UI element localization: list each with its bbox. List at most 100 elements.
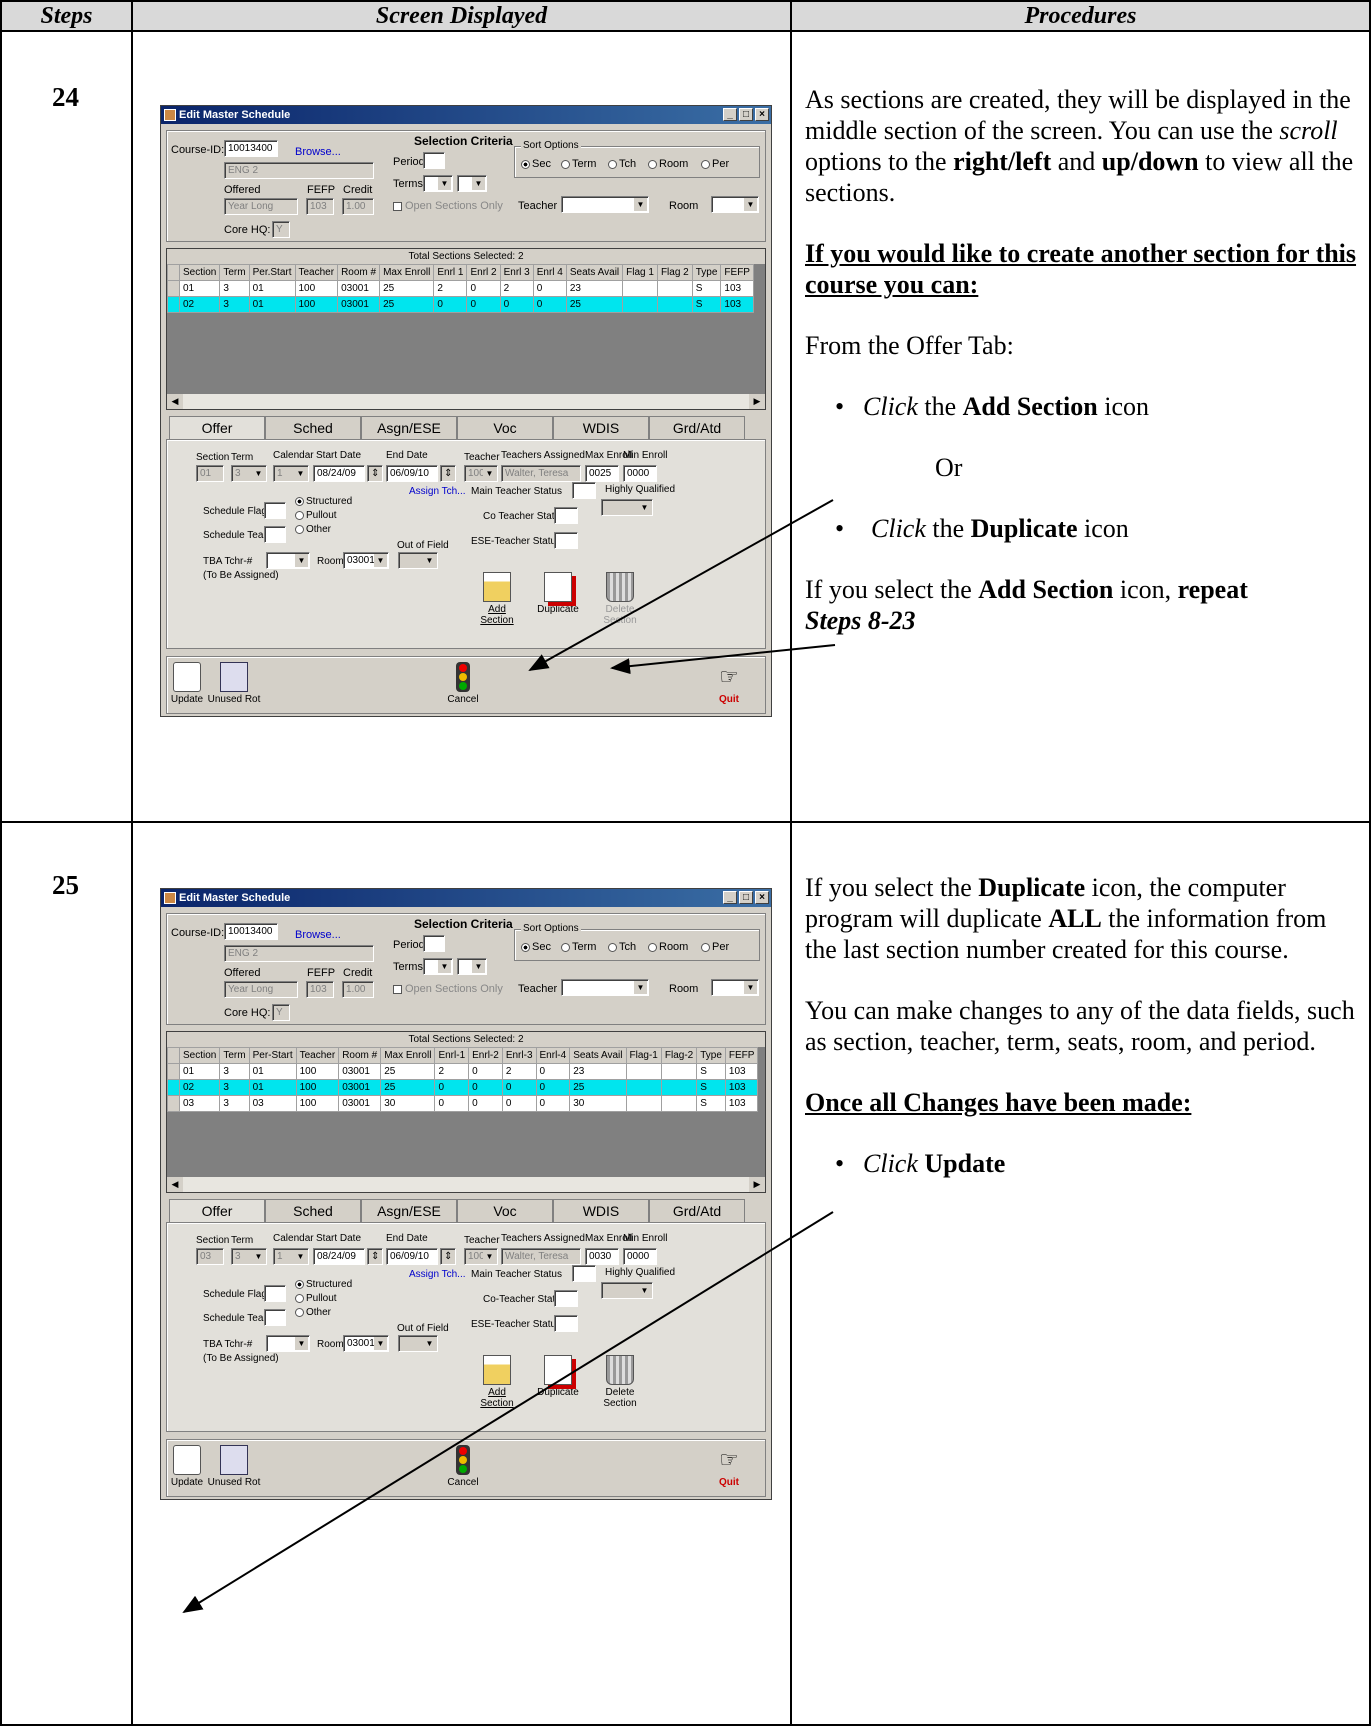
browse-link[interactable]: Browse... bbox=[295, 146, 341, 158]
column-header[interactable]: Enrl 3 bbox=[499, 264, 534, 281]
duplicate-button[interactable]: Duplicate bbox=[533, 1355, 583, 1398]
cancel-button[interactable]: Cancel bbox=[443, 662, 483, 705]
column-header[interactable]: Type bbox=[696, 1047, 726, 1064]
column-header[interactable]: Teacher bbox=[294, 264, 339, 281]
max-enroll-field[interactable]: 0025 bbox=[585, 465, 619, 482]
table-cell[interactable]: 0 bbox=[468, 1063, 503, 1080]
table-cell[interactable]: 2 bbox=[434, 1063, 470, 1080]
column-header[interactable]: Max Enroll bbox=[380, 1047, 436, 1064]
highly-qualified-select[interactable] bbox=[601, 1282, 653, 1299]
table-row[interactable]: 01 3 01 100 03001 25 2 0 2 0 23 S 103 bbox=[167, 280, 754, 297]
column-header[interactable]: Seats Avail bbox=[565, 264, 624, 281]
table-cell[interactable]: 103 bbox=[724, 1079, 759, 1096]
sort-radio-tch[interactable]: Tch bbox=[608, 158, 636, 170]
sort-radio-per[interactable]: Per bbox=[701, 158, 729, 170]
column-header[interactable]: Room # bbox=[337, 264, 381, 281]
table-cell[interactable]: 0 bbox=[466, 280, 501, 297]
tba-tchr-select[interactable] bbox=[266, 1335, 310, 1352]
table-cell[interactable]: 100 bbox=[294, 296, 339, 313]
other-radio[interactable]: Other bbox=[295, 1307, 331, 1318]
room-select[interactable] bbox=[711, 979, 759, 996]
minimize-icon[interactable]: _ bbox=[723, 108, 737, 121]
table-cell[interactable]: S bbox=[691, 280, 722, 297]
table-cell[interactable]: 3 bbox=[219, 1095, 250, 1112]
column-header[interactable]: Per-Start bbox=[248, 1047, 297, 1064]
horizontal-scrollbar[interactable]: ◀ ▶ bbox=[167, 1176, 765, 1192]
column-header[interactable]: Flag 2 bbox=[656, 264, 693, 281]
table-cell[interactable] bbox=[660, 1063, 698, 1080]
table-cell[interactable]: 100 bbox=[295, 1095, 340, 1112]
table-cell[interactable]: 0 bbox=[535, 1095, 571, 1112]
table-cell[interactable] bbox=[625, 1079, 662, 1096]
column-header[interactable]: Flag-1 bbox=[625, 1047, 662, 1064]
table-cell[interactable]: 25 bbox=[380, 1063, 436, 1080]
table-cell[interactable]: 0 bbox=[532, 280, 567, 297]
start-date-field[interactable]: 08/24/09 bbox=[313, 465, 365, 482]
sections-grid[interactable]: Total Sections Selected: 2 Section Term Pe… bbox=[166, 1031, 766, 1193]
column-header[interactable]: Enrl-4 bbox=[535, 1047, 571, 1064]
min-enroll-field[interactable]: 0000 bbox=[623, 465, 657, 482]
table-cell[interactable]: 30 bbox=[569, 1095, 627, 1112]
tab-offer[interactable]: Offer bbox=[169, 416, 265, 440]
tab-sched[interactable]: Sched bbox=[265, 416, 361, 440]
sort-radio-per[interactable]: Per bbox=[701, 941, 729, 953]
calendar-select[interactable]: 1 bbox=[273, 465, 309, 482]
column-header[interactable]: Section bbox=[178, 1047, 221, 1064]
table-cell[interactable]: 103 bbox=[720, 280, 754, 297]
column-header[interactable]: Type bbox=[691, 264, 722, 281]
table-cell[interactable]: 100 bbox=[295, 1063, 340, 1080]
column-header[interactable]: Room # bbox=[338, 1047, 382, 1064]
table-cell[interactable]: 0 bbox=[535, 1079, 571, 1096]
teacher-select[interactable] bbox=[561, 979, 649, 996]
table-cell[interactable]: 2 bbox=[501, 1063, 537, 1080]
table-cell[interactable]: 0 bbox=[466, 296, 501, 313]
terms-select-2[interactable] bbox=[457, 175, 487, 192]
column-header[interactable]: Enrl 2 bbox=[466, 264, 501, 281]
room-select[interactable]: 03001 bbox=[343, 552, 389, 569]
update-button[interactable]: Update bbox=[169, 1445, 205, 1488]
open-sections-checkbox[interactable]: Open Sections Only bbox=[393, 983, 503, 995]
column-header[interactable]: Term bbox=[219, 1047, 250, 1064]
table-cell[interactable]: 2 bbox=[433, 280, 468, 297]
section-field[interactable]: 01 bbox=[196, 465, 224, 482]
teacher-select[interactable]: 100 bbox=[464, 465, 498, 482]
table-cell[interactable]: 0 bbox=[434, 1095, 470, 1112]
tab-grd-atd[interactable]: Grd/Atd bbox=[649, 416, 745, 440]
scroll-left-icon[interactable]: ◀ bbox=[167, 394, 183, 409]
table-cell[interactable] bbox=[625, 1063, 662, 1080]
assign-tch-link[interactable]: Assign Tch... bbox=[409, 486, 466, 497]
other-radio[interactable]: Other bbox=[295, 524, 331, 535]
minimize-icon[interactable]: _ bbox=[723, 891, 737, 904]
maximize-icon[interactable]: □ bbox=[739, 108, 753, 121]
tba-tchr-select[interactable] bbox=[266, 552, 310, 569]
tab-sched[interactable]: Sched bbox=[265, 1199, 361, 1223]
table-cell[interactable] bbox=[622, 296, 658, 313]
table-cell[interactable]: 100 bbox=[294, 280, 339, 297]
tab-asgn-ese[interactable]: Asgn/ESE bbox=[361, 1199, 457, 1223]
terms-select-1[interactable] bbox=[423, 958, 453, 975]
schedule-team-field[interactable] bbox=[264, 526, 286, 543]
table-cell[interactable]: 3 bbox=[219, 1079, 250, 1096]
sections-grid[interactable]: Total Sections Selected: 2 Section Term Pe… bbox=[166, 248, 766, 410]
main-teacher-status-field[interactable] bbox=[572, 482, 596, 499]
table-cell[interactable]: 25 bbox=[379, 296, 435, 313]
horizontal-scrollbar[interactable]: ◀ ▶ bbox=[167, 393, 765, 409]
start-date-field[interactable]: 08/24/09 bbox=[313, 1248, 365, 1265]
sort-radio-sec[interactable]: Sec bbox=[521, 158, 551, 170]
table-cell[interactable]: 0 bbox=[468, 1095, 503, 1112]
co-teacher-status-field[interactable] bbox=[554, 1290, 578, 1307]
highly-qualified-select[interactable] bbox=[601, 499, 653, 516]
close-icon[interactable]: × bbox=[755, 108, 769, 121]
start-date-spinner[interactable]: ⇕ bbox=[367, 1248, 383, 1265]
table-cell[interactable] bbox=[656, 280, 693, 297]
calendar-select[interactable]: 1 bbox=[273, 1248, 309, 1265]
end-date-spinner[interactable]: ⇕ bbox=[440, 1248, 456, 1265]
column-header[interactable]: Seats Avail bbox=[569, 1047, 627, 1064]
start-date-spinner[interactable]: ⇕ bbox=[367, 465, 383, 482]
table-cell[interactable]: 2 bbox=[499, 280, 534, 297]
table-cell[interactable]: S bbox=[696, 1079, 726, 1096]
column-header[interactable]: Enrl-1 bbox=[434, 1047, 470, 1064]
table-cell[interactable]: 03 bbox=[178, 1095, 221, 1112]
sort-radio-term[interactable]: Term bbox=[561, 941, 596, 953]
table-cell[interactable]: 0 bbox=[532, 296, 567, 313]
